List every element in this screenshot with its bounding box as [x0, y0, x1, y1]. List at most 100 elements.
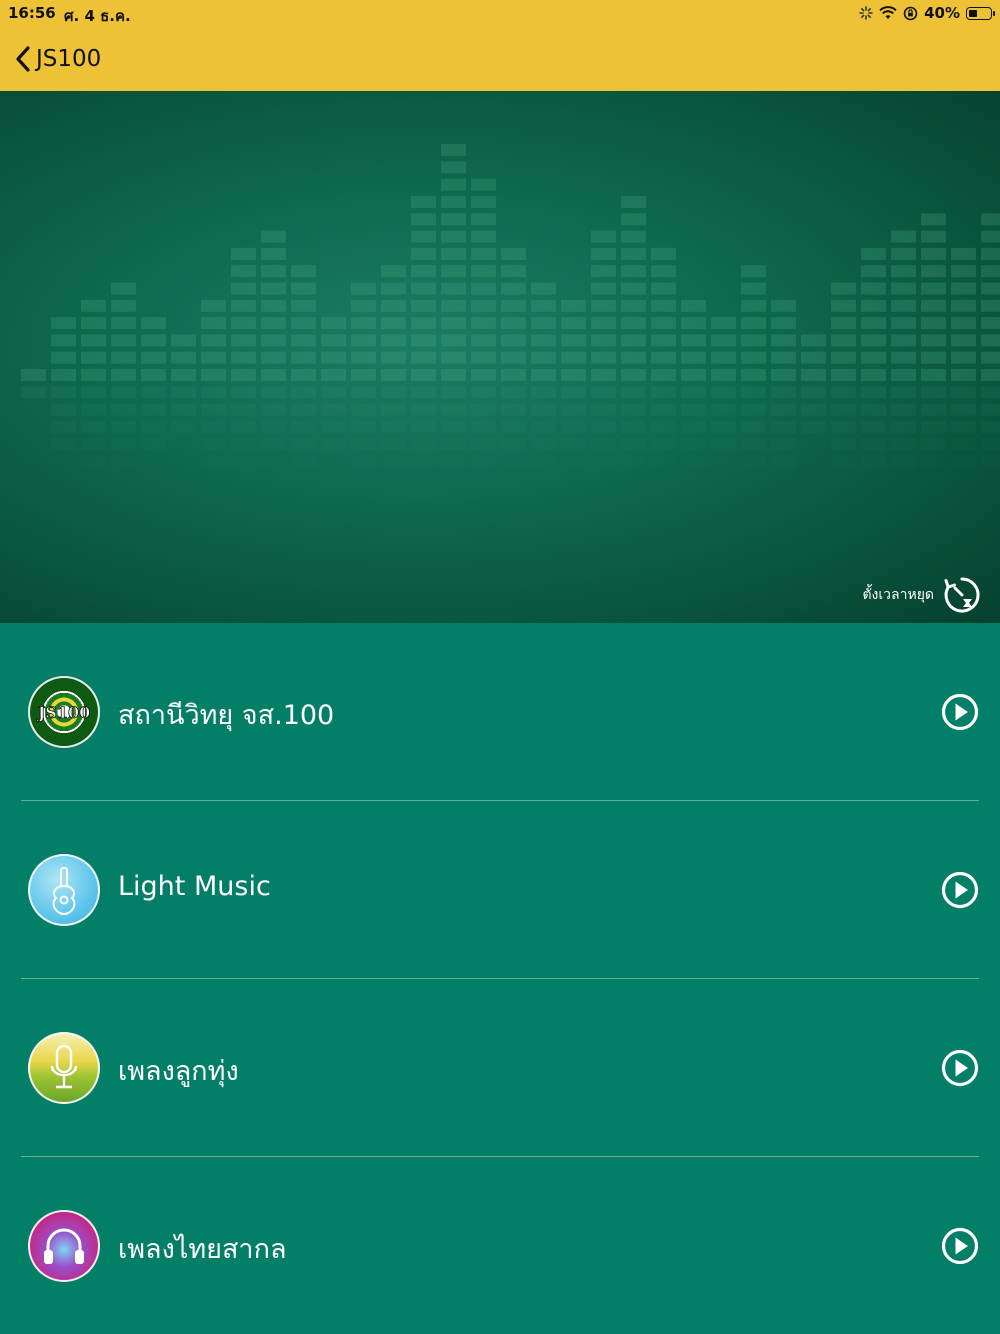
eq-bar-cell [441, 196, 466, 208]
channel-row-thai-pop[interactable]: เพลงไทยสากล [21, 1156, 979, 1334]
eq-bar-cell [531, 299, 556, 312]
eq-bar-cell [981, 334, 1000, 347]
eq-bar-cell [111, 317, 136, 330]
eq-reflection-cell [441, 386, 466, 399]
eq-bar-cell [231, 247, 256, 260]
eq-bar-cell [111, 351, 136, 364]
eq-bar-cell [621, 351, 646, 364]
eq-bar-cell [81, 299, 106, 312]
eq-bar-cell [651, 247, 676, 260]
channel-row-luk-thung[interactable]: เพลงลูกทุ่ง [21, 978, 979, 1156]
eq-bar-cell [471, 230, 496, 243]
eq-bar-cell [861, 247, 886, 260]
eq-bar-cell [591, 282, 616, 295]
eq-reflection-cell [111, 386, 136, 399]
eq-bar-cell [711, 334, 736, 347]
eq-bar-cell [681, 317, 706, 330]
sleep-timer-button[interactable]: ตั้งเวลาหยุด [862, 575, 982, 615]
eq-bar-cell [951, 299, 976, 312]
sleep-timer-icon [944, 577, 980, 613]
eq-reflection-cell [291, 403, 316, 416]
eq-bar-cell [951, 282, 976, 295]
play-icon[interactable] [941, 1049, 979, 1087]
eq-reflection-cell [921, 438, 946, 451]
play-icon[interactable] [941, 871, 979, 909]
hero-banner: ตั้งเวลาหยุด [0, 91, 1000, 623]
eq-bar-cell [471, 351, 496, 364]
eq-reflection-cell [891, 386, 916, 399]
eq-reflection-cell [681, 386, 706, 399]
eq-bar-cell [651, 334, 676, 347]
eq-bar-cell [351, 334, 376, 347]
sleep-timer-label: ตั้งเวลาหยุด [862, 587, 934, 603]
eq-bar-cell [981, 230, 1000, 243]
channel-row-js100[interactable]: JS100 สถานีวิทยุ จส.100 [21, 623, 979, 800]
eq-reflection-cell [201, 456, 226, 468]
eq-bar-cell [741, 334, 766, 347]
eq-reflection-cell [831, 456, 856, 468]
eq-bar-cell [51, 317, 76, 330]
eq-bar-cell [561, 317, 586, 330]
eq-bar-cell [771, 299, 796, 312]
eq-reflection-cell [441, 456, 466, 468]
eq-reflection-cell [261, 438, 286, 451]
eq-bar-cell [981, 265, 1000, 278]
eq-reflection-cell [471, 438, 496, 451]
wifi-icon [879, 6, 897, 19]
eq-reflection-cell [141, 438, 166, 451]
eq-bar-cell [681, 334, 706, 347]
channel-row-light-music[interactable]: Light Music [21, 800, 979, 978]
eq-bar-cell [681, 351, 706, 364]
eq-bar-cell [711, 317, 736, 330]
eq-bar-cell [381, 334, 406, 347]
eq-bar-cell [471, 334, 496, 347]
eq-bar-cell [291, 265, 316, 278]
eq-reflection-cell [711, 438, 736, 451]
eq-bar-cell [681, 369, 706, 381]
eq-bar-cell [171, 369, 196, 381]
eq-reflection-cell [951, 420, 976, 433]
eq-bar-cell [861, 369, 886, 381]
play-icon[interactable] [941, 693, 979, 731]
eq-reflection-cell [981, 403, 1000, 416]
eq-bar-cell [801, 351, 826, 364]
eq-bar-cell [201, 369, 226, 381]
eq-bar-cell [201, 317, 226, 330]
back-button[interactable]: JS100 [14, 42, 101, 76]
eq-bar-cell [591, 317, 616, 330]
eq-bar-cell [741, 265, 766, 278]
eq-reflection-cell [291, 420, 316, 433]
eq-reflection-cell [441, 420, 466, 433]
eq-bar-cell [381, 282, 406, 295]
eq-bar-cell [621, 299, 646, 312]
eq-bar-cell [771, 369, 796, 381]
eq-bar-cell [531, 351, 556, 364]
eq-reflection-cell [231, 420, 256, 433]
status-time: 16:56 [8, 4, 56, 22]
eq-bar-cell [981, 247, 1000, 260]
guitar-glyph [52, 867, 76, 916]
eq-reflection-cell [981, 438, 1000, 451]
play-icon[interactable] [941, 1227, 979, 1265]
eq-bar-cell [471, 178, 496, 191]
page-title: JS100 [36, 46, 102, 72]
eq-bar-cell [261, 369, 286, 381]
eq-bar-cell [21, 369, 46, 381]
eq-bar-cell [831, 317, 856, 330]
channel-title: Light Music [118, 871, 271, 902]
eq-bar-cell [411, 369, 436, 381]
eq-reflection-cell [381, 403, 406, 416]
eq-bar-cell [501, 317, 526, 330]
eq-bar-cell [561, 299, 586, 312]
eq-bar-cell [831, 282, 856, 295]
eq-bar-cell [591, 334, 616, 347]
eq-bar-cell [531, 282, 556, 295]
eq-bar-cell [771, 334, 796, 347]
eq-reflection-cell [921, 420, 946, 433]
eq-reflection-cell [471, 456, 496, 468]
eq-bar-cell [891, 334, 916, 347]
eq-bar-cell [831, 351, 856, 364]
eq-bar-cell [831, 334, 856, 347]
battery-icon [966, 6, 995, 20]
eq-reflection-cell [681, 456, 706, 468]
